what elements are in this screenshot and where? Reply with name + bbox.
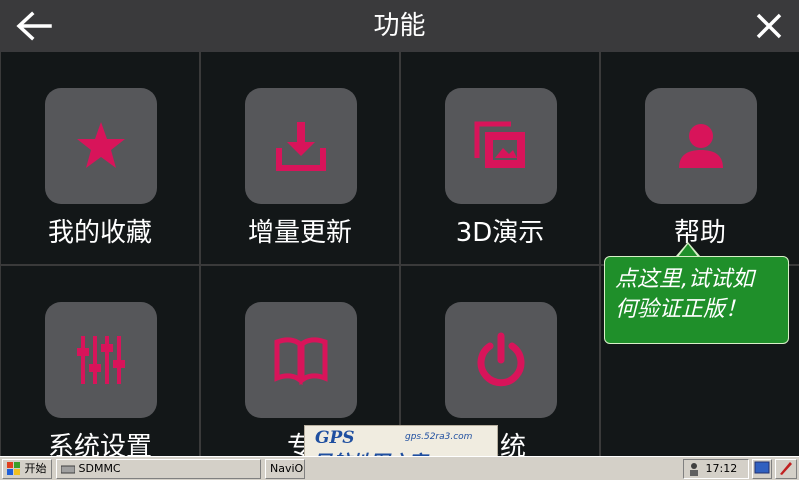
verify-genuine-tooltip[interactable]: 点这里,试试如 何验证正版！ [604,256,789,344]
person-icon [679,124,723,168]
grid-item-system-settings[interactable]: 系统设置 [1,266,199,456]
grid-item-3d-demo[interactable]: 3D演示 [401,52,599,264]
book-icon [274,337,328,386]
grid-item-favorites[interactable]: 我的收藏 [1,52,199,264]
taskbar-item-navi[interactable]: NaviO [265,459,305,479]
taskbar-item-sdmmc[interactable]: SDMMC [56,459,261,479]
grid-item-label: 增量更新 [247,218,352,248]
clock: 17:12 [705,462,738,475]
taskbar: 开始 SDMMC NaviO 17:12 [0,456,799,480]
special-tile [245,302,357,418]
watermark-gps: GPS [315,428,355,448]
close-button[interactable] [755,12,783,40]
drive-icon [60,465,76,474]
grid-item-label: 帮助 [673,218,726,248]
start-button[interactable]: 开始 [2,459,52,479]
taskbar-item-label: NaviO [270,462,304,475]
grid-item-label: 3D演示 [455,218,545,248]
favorites-tile [45,88,157,204]
desktop-icon [754,461,770,474]
star-icon [77,122,125,168]
power-icon [477,332,525,387]
windows-logo-icon [7,462,20,475]
3d-demo-tile [445,88,557,204]
grid-item-label: 系统设置 [47,432,152,456]
pen-button[interactable] [775,459,797,479]
title-bar: 功能 [0,0,799,52]
taskbar-item-label: SDMMC [78,462,121,475]
watermark-url: gps.52ra3.com [405,432,473,442]
system-tray: 17:12 [683,459,749,479]
download-icon [276,122,326,171]
start-label: 开始 [24,462,47,475]
grid-item-help[interactable]: 帮助 [601,52,799,264]
grid-item-label: 我的收藏 [47,218,152,248]
grid-item-incremental-update[interactable]: 增量更新 [201,52,399,264]
tooltip-line-2: 何验证正版！ [615,297,748,322]
system-settings-tile [45,302,157,418]
exit-system-tile [445,302,557,418]
incremental-update-tile [245,88,357,204]
input-method-icon[interactable] [686,461,702,477]
desktop-button[interactable] [752,459,772,479]
page-title: 功能 [373,11,426,41]
help-tile [645,88,757,204]
gallery-icon [474,121,525,168]
pen-icon [780,462,792,475]
tooltip-line-1: 点这里,试试如 [615,267,754,292]
close-icon [756,13,782,39]
sliders-icon [77,336,125,384]
